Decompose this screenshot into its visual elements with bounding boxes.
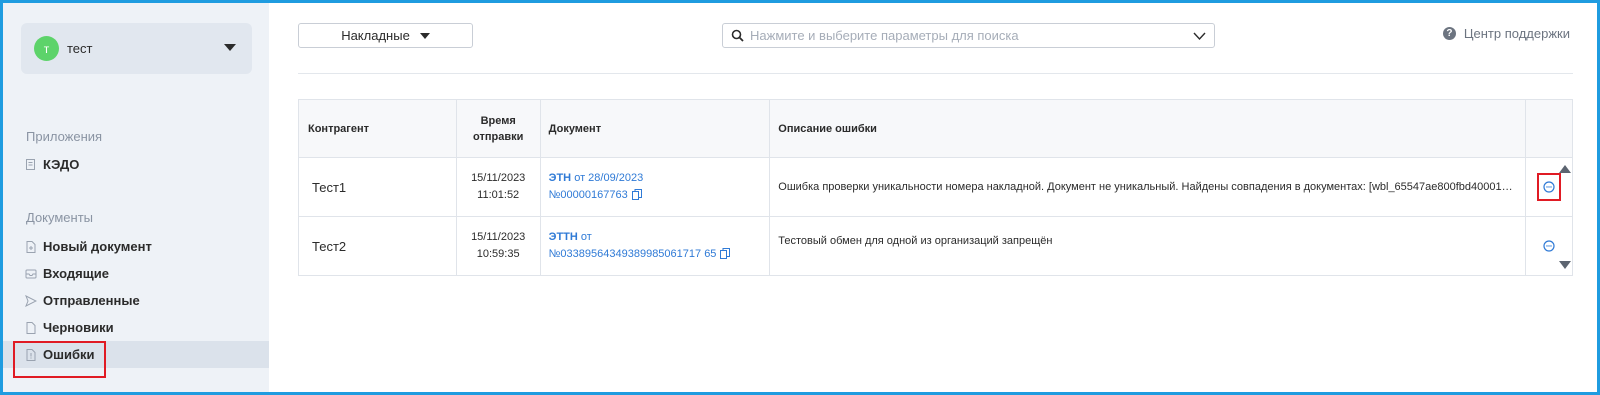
account-name: тест	[67, 41, 93, 56]
account-switcher[interactable]: т тест	[21, 23, 252, 74]
search-box[interactable]	[722, 23, 1215, 48]
header-divider	[298, 73, 1573, 74]
document-type-select[interactable]: Накладные	[298, 23, 473, 48]
error-description: Тестовый обмен для одной из организаций …	[778, 235, 1053, 247]
sidebar-item-inbox[interactable]: Входящие	[3, 260, 269, 287]
header-actions	[1526, 100, 1572, 157]
table-header: Контрагент Время отправки Документ Описа…	[299, 100, 1572, 158]
sidebar-item-label: Черновики	[43, 320, 114, 335]
counterparty-name: Тест2	[312, 238, 347, 254]
sidebar-item-label: Новый документ	[43, 239, 152, 254]
counterparty-name: Тест1	[312, 179, 347, 195]
header-sent-time-line2: отправки	[473, 130, 524, 143]
help-icon: ?	[1442, 27, 1456, 40]
send-icon	[25, 294, 37, 307]
sidebar-item-errors[interactable]: Ошибки	[3, 341, 269, 368]
message-icon[interactable]	[1543, 181, 1555, 193]
sidebar: т тест Приложения КЭДО Документы Новый д…	[3, 3, 269, 392]
search-icon	[731, 29, 744, 42]
table-row[interactable]: Тест2 15/11/2023 10:59:35 ЭТТН от №03389…	[299, 217, 1572, 275]
document-type-value: Накладные	[341, 28, 410, 43]
document-list-icon	[25, 158, 37, 171]
scroll-up-arrow-icon[interactable]	[1559, 165, 1571, 173]
scroll-down-arrow-icon[interactable]	[1559, 261, 1571, 269]
sidebar-item-new-document[interactable]: Новый документ	[3, 233, 269, 260]
document-type-link[interactable]: ЭТН	[549, 172, 572, 184]
chevron-down-icon[interactable]	[1193, 30, 1206, 42]
sidebar-item-label: Отправленные	[43, 293, 140, 308]
table-row[interactable]: Тест1 15/11/2023 11:01:52 ЭТН от 28/09/2…	[299, 158, 1572, 217]
document-type-link[interactable]: ЭТТН	[549, 231, 578, 243]
sidebar-item-label: Ошибки	[43, 347, 95, 362]
docs-section-title: Документы	[26, 210, 94, 225]
apps-section-title: Приложения	[26, 129, 103, 144]
support-label: Центр поддержки	[1463, 26, 1570, 41]
header-sent-time-line1: Время	[480, 114, 516, 127]
search-input[interactable]	[750, 28, 1190, 43]
header-sent-time[interactable]: Время отправки	[457, 100, 541, 157]
support-link[interactable]: ? Центр поддержки	[1442, 26, 1570, 41]
sent-date: 15/11/2023	[471, 172, 526, 184]
draft-icon	[25, 321, 37, 334]
sent-time: 11:01:52	[477, 189, 520, 201]
caret-down-icon	[419, 32, 430, 39]
sent-date: 15/11/2023	[471, 231, 526, 243]
new-document-icon	[25, 240, 37, 253]
header-counterparty[interactable]: Контрагент	[299, 100, 457, 157]
error-document-icon	[25, 348, 37, 361]
copy-icon[interactable]	[720, 248, 731, 259]
copy-icon[interactable]	[631, 189, 642, 200]
document-number-link[interactable]: №00000167763	[549, 189, 628, 201]
document-date-link[interactable]: от 28/09/2023	[574, 172, 643, 184]
document-number-link[interactable]: №03389564349389985061717 65	[549, 248, 717, 260]
sidebar-item-label: КЭДО	[43, 157, 80, 172]
sidebar-item-label: Входящие	[43, 266, 109, 281]
caret-down-icon	[224, 44, 236, 51]
header-error[interactable]: Описание ошибки	[770, 100, 1527, 157]
sidebar-item-sent[interactable]: Отправленные	[3, 287, 269, 314]
errors-table: Контрагент Время отправки Документ Описа…	[298, 99, 1573, 276]
inbox-icon	[25, 268, 37, 280]
sidebar-item-kedo[interactable]: КЭДО	[3, 151, 269, 178]
error-description: Ошибка проверки уникальности номера накл…	[778, 181, 1519, 193]
sidebar-item-drafts[interactable]: Черновики	[3, 314, 269, 341]
header-document[interactable]: Документ	[541, 100, 771, 157]
message-icon[interactable]	[1543, 240, 1555, 252]
sent-time: 10:59:35	[476, 248, 520, 260]
document-date-link[interactable]: от	[581, 231, 592, 243]
avatar: т	[34, 36, 59, 61]
